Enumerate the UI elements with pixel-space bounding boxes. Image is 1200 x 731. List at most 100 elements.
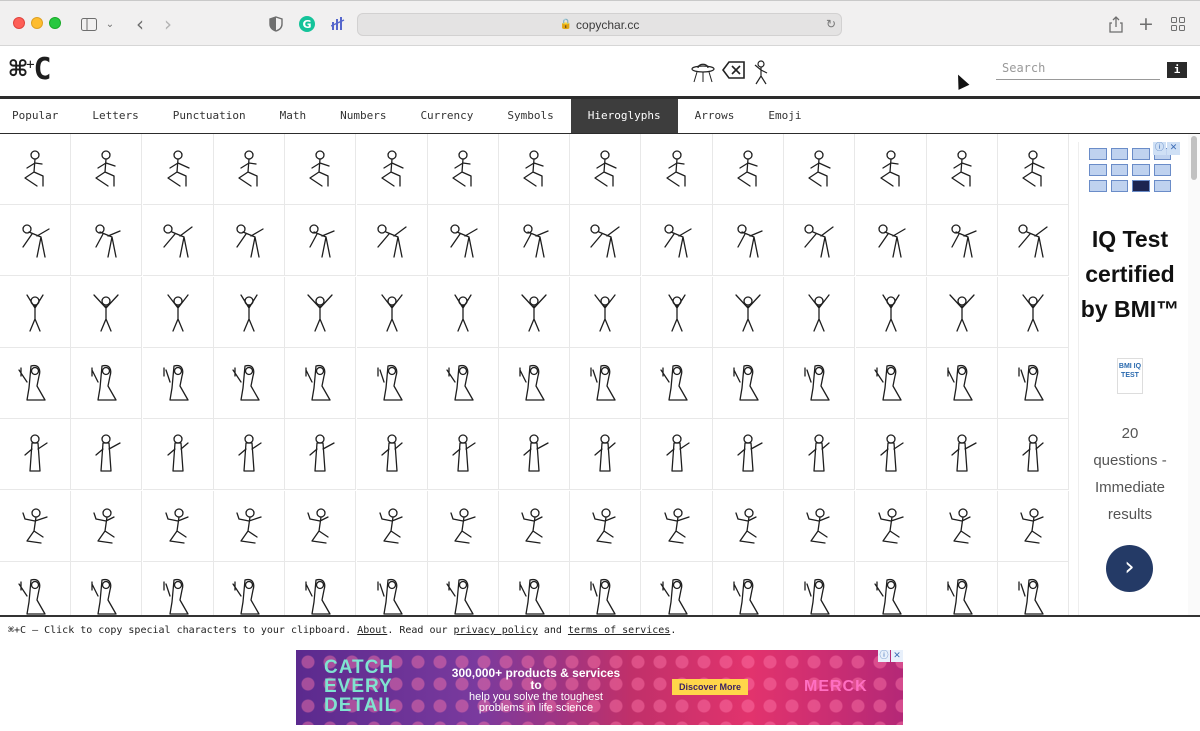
hieroglyph-cell[interactable] <box>142 347 214 419</box>
shield-icon[interactable] <box>268 12 284 36</box>
address-bar[interactable]: 🔒 copychar.cc ↻ <box>357 13 842 36</box>
hieroglyph-cell[interactable] <box>71 276 143 348</box>
hieroglyph-cell[interactable] <box>926 276 998 348</box>
hieroglyph-cell[interactable] <box>998 490 1070 562</box>
zoom-window-button[interactable] <box>49 17 61 29</box>
privacy-link[interactable]: privacy policy <box>454 625 538 636</box>
hieroglyph-cell[interactable] <box>570 205 642 277</box>
hieroglyph-cell[interactable] <box>143 561 214 616</box>
hieroglyph-cell[interactable] <box>570 347 642 419</box>
tab-math[interactable]: Math <box>263 99 324 133</box>
hieroglyph-cell[interactable] <box>998 276 1070 348</box>
hieroglyph-cell[interactable] <box>998 347 1070 419</box>
minimize-window-button[interactable] <box>31 17 43 29</box>
hieroglyph-cell[interactable] <box>784 205 856 277</box>
terms-link[interactable]: terms of services <box>568 625 670 636</box>
hieroglyph-cell[interactable] <box>784 347 856 419</box>
hieroglyph-cell[interactable] <box>71 490 143 562</box>
hieroglyph-cell[interactable] <box>0 134 71 205</box>
hieroglyph-cell[interactable] <box>641 205 713 277</box>
tab-overview-icon[interactable] <box>1170 12 1186 36</box>
tab-numbers[interactable]: Numbers <box>323 99 403 133</box>
hieroglyph-cell[interactable] <box>499 419 571 491</box>
hieroglyph-cell[interactable] <box>427 134 499 205</box>
hieroglyph-cell[interactable] <box>356 347 428 419</box>
hieroglyph-cell[interactable] <box>784 276 856 348</box>
hieroglyph-cell[interactable] <box>855 276 927 348</box>
hieroglyph-cell[interactable] <box>926 134 998 205</box>
hieroglyph-cell[interactable] <box>356 419 428 491</box>
hieroglyph-cell[interactable] <box>142 419 214 491</box>
tab-punctuation[interactable]: Punctuation <box>156 99 263 133</box>
search-box[interactable] <box>996 56 1160 80</box>
hieroglyph-cell[interactable] <box>142 490 214 562</box>
hieroglyph-cell[interactable] <box>0 490 71 562</box>
info-button[interactable]: i <box>1167 62 1187 78</box>
hieroglyph-cell[interactable] <box>998 561 1070 616</box>
hieroglyph-cell[interactable] <box>285 347 357 419</box>
hieroglyph-cell[interactable] <box>570 490 642 562</box>
hieroglyph-cell[interactable] <box>855 134 927 205</box>
hieroglyph-cell[interactable] <box>0 347 71 419</box>
new-tab-icon[interactable]: + <box>1138 12 1154 36</box>
hieroglyph-cell[interactable] <box>499 134 571 205</box>
hieroglyph-cell[interactable] <box>998 419 1070 491</box>
tab-arrows[interactable]: Arrows <box>678 99 752 133</box>
hieroglyph-cell[interactable] <box>784 419 856 491</box>
hieroglyph-cell[interactable] <box>641 419 713 491</box>
hieroglyph-cell[interactable] <box>285 276 357 348</box>
hieroglyph-cell[interactable] <box>214 561 285 616</box>
hieroglyph-cell[interactable] <box>499 561 571 616</box>
hieroglyph-cell[interactable] <box>285 561 357 616</box>
hieroglyph-cell[interactable] <box>855 490 927 562</box>
hieroglyph-cell[interactable] <box>357 561 428 616</box>
hieroglyph-cell[interactable] <box>570 419 642 491</box>
hieroglyph-cell[interactable] <box>428 561 499 616</box>
hieroglyph-cell[interactable] <box>713 205 784 277</box>
hieroglyph-cell[interactable] <box>499 490 571 562</box>
tab-emoji[interactable]: Emoji <box>751 99 818 133</box>
close-window-button[interactable] <box>13 17 25 29</box>
hieroglyph-cell[interactable] <box>855 419 927 491</box>
hieroglyph-cell[interactable] <box>713 561 784 616</box>
hieroglyph-cell[interactable] <box>142 134 214 205</box>
hieroglyph-cell[interactable] <box>0 419 71 491</box>
hieroglyph-cell[interactable] <box>356 205 428 277</box>
tab-hieroglyphs[interactable]: Hieroglyphs <box>570 99 678 133</box>
hieroglyph-cell[interactable] <box>855 205 927 277</box>
tab-letters[interactable]: Letters <box>75 99 155 133</box>
reload-icon[interactable]: ↻ <box>826 17 836 31</box>
hieroglyph-cell[interactable] <box>998 134 1070 205</box>
hieroglyph-cell[interactable] <box>285 490 357 562</box>
hieroglyph-cell[interactable] <box>71 347 143 419</box>
hieroglyph-cell[interactable] <box>71 419 143 491</box>
hieroglyph-cell[interactable] <box>784 561 856 616</box>
banner-cta-button[interactable]: Discover More <box>672 679 749 695</box>
hieroglyph-cell[interactable] <box>641 490 713 562</box>
grammarly-icon[interactable]: G <box>298 12 316 36</box>
banner-close-icon[interactable]: ✕ <box>891 650 903 662</box>
hieroglyph-cell[interactable] <box>285 134 357 205</box>
hieroglyph-cell[interactable] <box>499 205 571 277</box>
hieroglyph-cell[interactable] <box>713 490 784 562</box>
sidebar-icon[interactable] <box>80 12 98 36</box>
hieroglyph-cell[interactable] <box>641 134 713 205</box>
about-link[interactable]: About <box>357 625 387 636</box>
hieroglyph-cell[interactable] <box>856 561 927 616</box>
search-input[interactable] <box>996 56 1160 79</box>
hieroglyph-cell[interactable] <box>926 419 998 491</box>
hieroglyph-cell[interactable] <box>213 205 285 277</box>
hieroglyph-cell[interactable] <box>213 490 285 562</box>
hieroglyph-cell[interactable] <box>427 347 499 419</box>
chevron-down-icon[interactable]: ⌄ <box>104 12 116 36</box>
tab-popular[interactable]: Popular <box>0 99 75 133</box>
hieroglyph-cell[interactable] <box>926 205 998 277</box>
hieroglyph-cell[interactable] <box>213 134 285 205</box>
hieroglyph-cell[interactable] <box>927 561 998 616</box>
hieroglyph-cell[interactable] <box>71 205 143 277</box>
hieroglyph-cell[interactable] <box>213 419 285 491</box>
banner-ad[interactable]: CATCH EVERY DETAIL 300,000+ products & s… <box>296 650 903 725</box>
hieroglyph-cell[interactable] <box>570 561 642 616</box>
hieroglyph-cell[interactable] <box>641 347 713 419</box>
hieroglyph-cell[interactable] <box>213 347 285 419</box>
